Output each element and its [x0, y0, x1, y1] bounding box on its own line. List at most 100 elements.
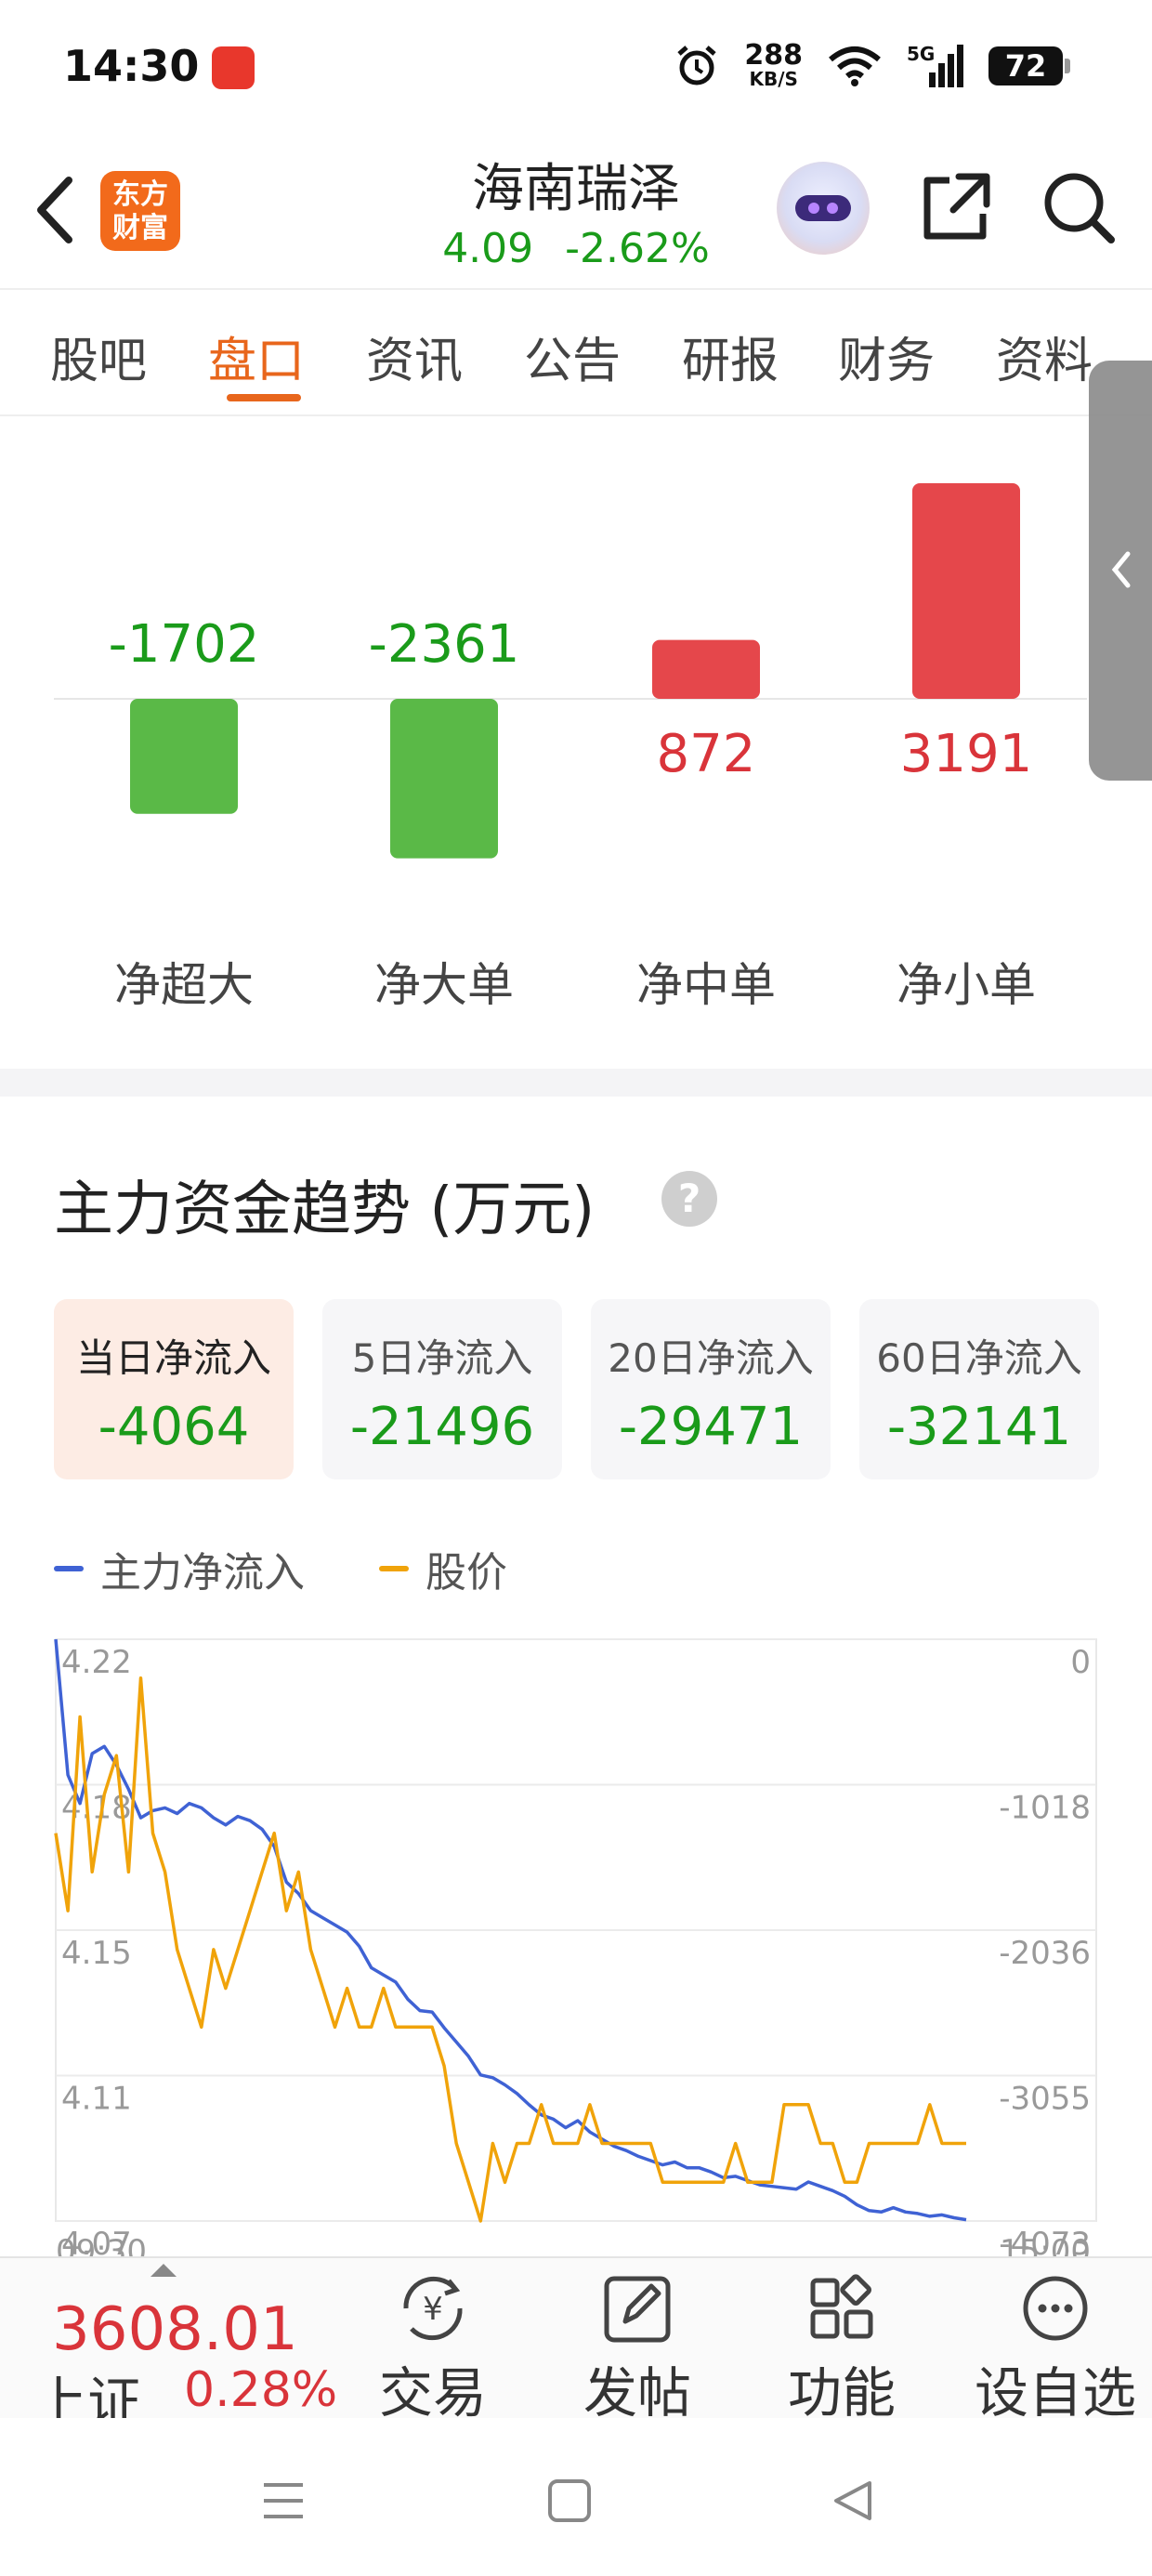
flow-value-label: -1702: [109, 614, 260, 675]
status-bar: 14:30 288 KB/S 5G 72: [0, 0, 1152, 139]
card-5day-inflow[interactable]: 5日净流入 -21496: [322, 1299, 562, 1479]
ai-assistant-robot-icon[interactable]: [777, 162, 870, 255]
stock-change-pct: -2.62%: [565, 225, 710, 272]
share-icon[interactable]: [916, 167, 996, 247]
active-tab-indicator: [227, 394, 301, 401]
status-icons: 288 KB/S 5G 72: [674, 39, 1070, 91]
x-start-label: 09:30: [56, 2233, 147, 2258]
card-label: 5日净流入: [351, 1335, 533, 1381]
app-logo[interactable]: 东方 财富: [100, 171, 180, 251]
legend-item-main-flow[interactable]: 主力净流入: [54, 1539, 305, 1598]
flow-value-label: 3191: [900, 724, 1033, 784]
tab-announcements[interactable]: 公告: [524, 322, 621, 391]
card-value: -21496: [349, 1397, 535, 1457]
y-right-tick: -2036: [999, 1935, 1091, 1972]
edit-post-icon: [604, 2276, 671, 2343]
flow-bar: [390, 699, 498, 859]
more-dots-icon: [1023, 2276, 1088, 2341]
legend-item-price[interactable]: 股价: [379, 1539, 507, 1598]
y-left-tick: 4.15: [61, 1935, 132, 1972]
net-flow-chart: -1702 -2361 872 3191 净超大 净大单 净中单 净小单: [0, 418, 1152, 1069]
y-left-tick: 4.22: [61, 1644, 132, 1681]
capital-trend-svg: 4.22 04.18 -10184.15 -20364.11 -30554.07 -407…: [54, 1638, 1097, 2270]
index-value[interactable]: 3608.01: [52, 2295, 298, 2364]
logo-line2: 财富: [112, 212, 168, 244]
stock-name: 海南瑞泽: [472, 159, 680, 219]
card-label: 60日净流入: [876, 1335, 1082, 1381]
yen-cycle-icon: ¥: [403, 2276, 463, 2341]
flow-bar: [130, 699, 238, 814]
trend-title: 主力资金趋势 (万元): [54, 1176, 596, 1244]
tab-finance[interactable]: 财务: [838, 322, 935, 391]
back-arrow-icon[interactable]: [28, 173, 84, 247]
chevron-left-icon: [1111, 551, 1131, 588]
bottom-toolbar: 3608.01 上证 0.28% ¥ 交易 发帖 功能 设自选: [0, 2256, 1152, 2434]
post-label: 发帖: [583, 2361, 691, 2425]
flow-value-label: 872: [657, 724, 756, 784]
status-time: 14:30: [63, 41, 200, 91]
tab-pankou[interactable]: 盘口: [208, 322, 305, 391]
card-label: 20日净流入: [608, 1335, 814, 1381]
trade-label: 交易: [378, 2361, 487, 2425]
y-right-tick: -3055: [999, 2081, 1091, 2118]
legend-swatch: [54, 1566, 84, 1571]
logo-line1: 东方: [112, 178, 168, 211]
section-divider: [0, 1069, 1152, 1097]
alarm-icon: [677, 46, 717, 85]
flow-category-label: 净小单: [897, 958, 1036, 1012]
capital-trend-chart[interactable]: 4.22 0 4.18 -1018 4.15 -2036 4.11 -3055 4.07 -407…: [0, 1617, 1152, 2270]
flow-category-label: 净大单: [374, 958, 514, 1012]
trade-button[interactable]: ¥ 交易: [359, 2271, 507, 2427]
battery-indicator: 72: [988, 46, 1070, 85]
add-watchlist-label: 设自选: [974, 2361, 1136, 2425]
y-left-tick: 4.11: [61, 2081, 132, 2118]
index-change-pct[interactable]: 0.28%: [184, 2362, 337, 2418]
help-icon[interactable]: ?: [661, 1171, 717, 1227]
legend-swatch: [379, 1566, 409, 1571]
y-right-tick: -1018: [999, 1790, 1091, 1827]
card-value: -32141: [886, 1397, 1072, 1457]
net-inflow-cards: 当日净流入 -4064 5日净流入 -21496 20日净流入 -29471 6…: [54, 1299, 1100, 1479]
flow-bar: [912, 483, 1020, 699]
menu-icon[interactable]: [260, 2477, 307, 2524]
card-today-inflow[interactable]: 当日净流入 -4064: [54, 1299, 294, 1479]
chart-legend: 主力净流入 股价: [54, 1541, 582, 1597]
battery-level: 72: [1004, 48, 1047, 84]
card-20day-inflow[interactable]: 20日净流入 -29471: [591, 1299, 831, 1479]
y-right-tick: 0: [1070, 1644, 1091, 1681]
post-button[interactable]: 发帖: [563, 2271, 712, 2427]
flow-category-label: 净中单: [636, 958, 776, 1012]
flow-value-label: -2361: [369, 614, 520, 675]
x-end-label: 15:00: [1000, 2233, 1091, 2258]
card-label: 当日净流入: [75, 1335, 271, 1381]
tab-research[interactable]: 研报: [682, 322, 779, 391]
tab-profile[interactable]: 资料: [996, 322, 1093, 391]
stock-quote: 4.09 -2.62%: [390, 225, 762, 272]
side-drawer-handle[interactable]: [1089, 361, 1152, 781]
grid-apps-icon: [810, 2274, 873, 2339]
functions-label: 功能: [787, 2361, 896, 2425]
home-icon[interactable]: [546, 2477, 593, 2524]
cellular-signal-icon: 5G: [907, 43, 964, 89]
svg-text:¥: ¥: [423, 2291, 443, 2328]
functions-button[interactable]: 功能: [767, 2271, 916, 2427]
card-value: -29471: [618, 1397, 804, 1457]
card-value: -4064: [98, 1397, 250, 1457]
notification-app-icon: [212, 46, 255, 89]
add-watchlist-button[interactable]: 设自选: [972, 2271, 1139, 2427]
network-speed-value: 288: [744, 39, 803, 72]
network-speed-unit: KB/S: [749, 68, 798, 90]
flow-bar: [652, 639, 760, 699]
network-speed: 288 KB/S: [744, 39, 803, 90]
card-60day-inflow[interactable]: 60日净流入 -32141: [859, 1299, 1099, 1479]
search-icon[interactable]: [1039, 167, 1119, 247]
back-icon[interactable]: [829, 2477, 875, 2524]
tab-news[interactable]: 资讯: [366, 322, 463, 391]
price-line: [54, 1676, 966, 2223]
flow-category-label: 净超大: [114, 958, 254, 1012]
legend-label: 主力净流入: [100, 1549, 305, 1597]
tab-guba[interactable]: 股吧: [50, 322, 147, 391]
tab-bar: 股吧 盘口 资讯 公告 研报 财务 资料: [0, 294, 1152, 416]
system-nav-bar: [0, 2418, 1152, 2576]
index-expand-caret-icon[interactable]: [151, 2264, 177, 2277]
